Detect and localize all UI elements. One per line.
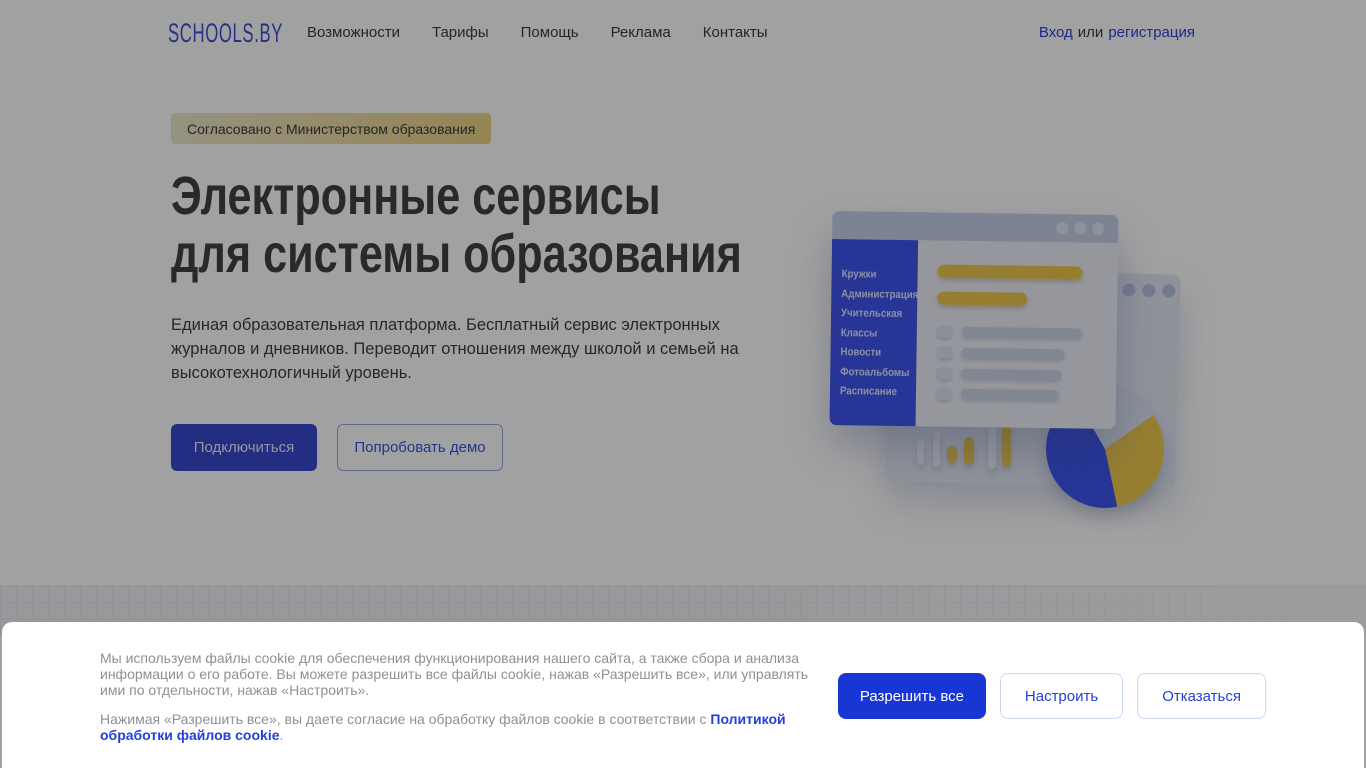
cookie-paragraph-1: Мы используем файлы cookie для обеспечен… [100, 650, 809, 698]
cookie-paragraph-2-text: Нажимая «Разрешить все», вы даете соглас… [100, 711, 711, 727]
decline-cookies-button[interactable]: Отказаться [1137, 673, 1266, 719]
cookie-consent-banner: Мы используем файлы cookie для обеспечен… [2, 622, 1364, 768]
cookie-paragraph-2: Нажимая «Разрешить все», вы даете соглас… [100, 711, 820, 743]
cookie-buttons: Разрешить все Настроить Отказаться [837, 673, 1266, 719]
cookie-text: Мы используем файлы cookie для обеспечен… [100, 650, 820, 743]
configure-cookies-button[interactable]: Настроить [999, 673, 1124, 719]
cookie-paragraph-2-period: . [279, 727, 284, 743]
allow-all-cookies-button[interactable]: Разрешить все [837, 673, 986, 719]
